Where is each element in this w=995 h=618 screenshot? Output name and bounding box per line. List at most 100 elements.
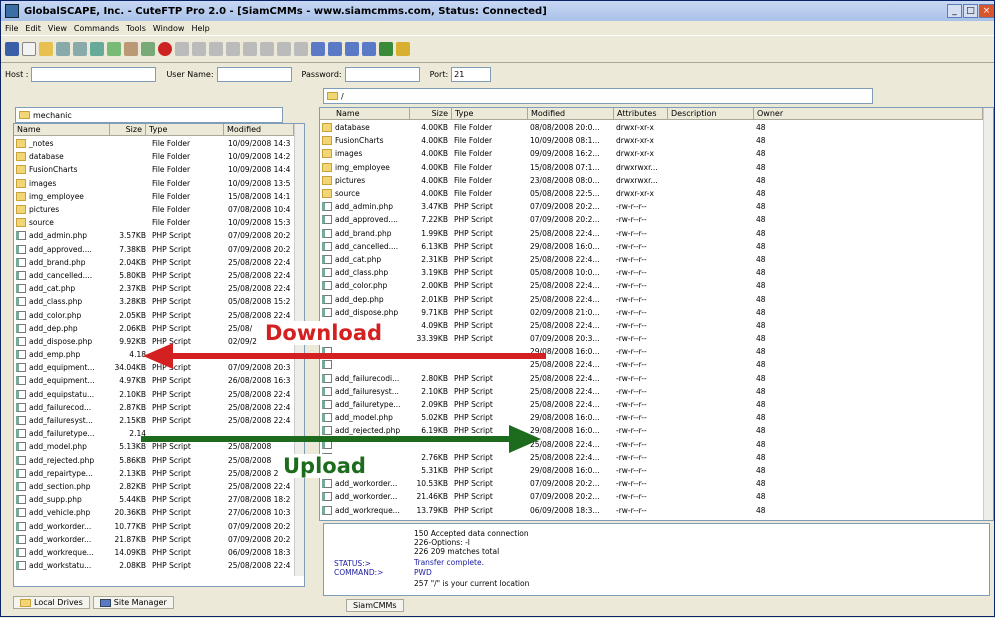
upload-icon[interactable]	[175, 42, 189, 56]
connect-icon[interactable]	[5, 42, 19, 56]
local-file-row[interactable]: add_emp.php 4.18	[14, 348, 294, 361]
remote-file-row[interactable]: add_class.php 3.19KB PHP Script 05/08/2008 …	[320, 266, 983, 279]
remote-file-row[interactable]: images 4.00KB File Folder 09/09/2008 16:2..…	[320, 147, 983, 160]
remote-path-combo[interactable]: /	[323, 88, 873, 104]
local-file-row[interactable]: add_admin.php 3.57KB PHP Script 07/09/2008 …	[14, 229, 294, 242]
local-scrollbar[interactable]	[294, 124, 304, 576]
local-file-row[interactable]: add_workorder... 10.77KB PHP Script 07/09/2…	[14, 519, 294, 532]
local-file-row[interactable]: add_dep.php 2.06KB PHP Script 25/08/	[14, 322, 294, 335]
menu-window[interactable]: Window	[153, 24, 185, 33]
menu-commands[interactable]: Commands	[74, 24, 119, 33]
remote-file-row[interactable]: add_failuresyst... 2.10KB PHP Script 25/08/…	[320, 385, 983, 398]
filter-icon[interactable]	[396, 42, 410, 56]
maximize-button[interactable]: □	[963, 4, 978, 18]
local-file-row[interactable]: database File Folder 10/09/2008 14:2	[14, 150, 294, 163]
local-file-row[interactable]: _notes File Folder 10/09/2008 14:3	[14, 137, 294, 150]
list-view-icon[interactable]	[328, 42, 342, 56]
menu-edit[interactable]: Edit	[25, 24, 41, 33]
remote-file-row[interactable]: add_workorder... 10.53KB PHP Script 07/09/2…	[320, 477, 983, 490]
local-file-row[interactable]: add_approved.... 7.38KB PHP Script 07/09/20…	[14, 243, 294, 256]
remote-file-row[interactable]: add_workorder... 21.46KB PHP Script 07/09/2…	[320, 490, 983, 503]
local-col-name[interactable]: Name	[14, 124, 110, 135]
local-file-row[interactable]: add_supp.php 5.44KB PHP Script 27/08/2008 1…	[14, 493, 294, 506]
remote-file-row[interactable]: add_dispose.php 9.71KB PHP Script 02/09/200…	[320, 306, 983, 319]
local-file-row[interactable]: add_failuretype... 2.14	[14, 427, 294, 440]
local-file-row[interactable]: add_vehicle.php 20.36KB PHP Script 27/06/20…	[14, 506, 294, 519]
local-file-row[interactable]: add_model.php 5.13KB PHP Script 25/08/2008	[14, 440, 294, 453]
remote-file-row[interactable]: add_failurecodi... 2.80KB PHP Script 25/08/…	[320, 372, 983, 385]
local-file-row[interactable]: img_employee File Folder 15/08/2008 14:1	[14, 190, 294, 203]
menu-file[interactable]: File	[5, 24, 18, 33]
remote-file-row[interactable]: source 4.00KB File Folder 05/08/2008 22:5..…	[320, 187, 983, 200]
quick-connect-icon[interactable]	[56, 42, 70, 56]
password-input[interactable]	[344, 66, 420, 82]
remote-file-row[interactable]: 2.76KB PHP Script 25/08/2008 22:4... -rw-r-…	[320, 451, 983, 464]
tab-local-drives[interactable]: Local Drives	[13, 596, 90, 609]
tab-session[interactable]: SiamCMMs	[346, 599, 404, 612]
remote-file-row[interactable]: pictures 4.00KB File Folder 23/08/2008 08:0…	[320, 174, 983, 187]
remote-col-modified[interactable]: Modified	[528, 108, 614, 119]
remote-file-row[interactable]: 5.31KB PHP Script 29/08/2008 16:0... -rw-r-…	[320, 464, 983, 477]
remote-file-row[interactable]: 29/08/2008 16:0... -rw-r--r-- 48	[320, 345, 983, 358]
remote-file-row[interactable]: FusionCharts 4.00KB File Folder 10/09/2008 …	[320, 134, 983, 147]
remote-file-row[interactable]: database 4.00KB File Folder 08/08/2008 20:0…	[320, 121, 983, 134]
menu-tools[interactable]: Tools	[126, 24, 146, 33]
paste-icon[interactable]	[226, 42, 240, 56]
remote-col-description[interactable]: Description	[668, 108, 754, 119]
remote-file-row[interactable]: add_model.php 5.02KB PHP Script 29/08/2008 …	[320, 411, 983, 424]
local-col-modified[interactable]: Modified	[224, 124, 294, 135]
local-file-row[interactable]: add_failurecod... 2.87KB PHP Script 25/08/2…	[14, 401, 294, 414]
menu-view[interactable]: View	[48, 24, 67, 33]
properties-icon[interactable]	[260, 42, 274, 56]
local-file-row[interactable]: add_workorder... 21.87KB PHP Script 07/09/2…	[14, 533, 294, 546]
sync-icon[interactable]	[379, 42, 393, 56]
remote-file-row[interactable]: add_failuretype... 2.09KB PHP Script 25/08/…	[320, 398, 983, 411]
local-file-row[interactable]: pictures File Folder 07/08/2008 10:4	[14, 203, 294, 216]
remote-file-row[interactable]: add_cat.php 2.31KB PHP Script 25/08/2008 22…	[320, 253, 983, 266]
sort-icon[interactable]	[311, 42, 325, 56]
remote-file-row[interactable]: add_rejected.php 6.19KB PHP Script 29/08/20…	[320, 424, 983, 437]
local-file-row[interactable]: add_workreque... 14.09KB PHP Script 06/09/2…	[14, 546, 294, 559]
local-file-row[interactable]: FusionCharts File Folder 10/09/2008 14:4	[14, 163, 294, 176]
remote-col-owner[interactable]: Owner	[754, 108, 983, 119]
local-file-row[interactable]: add_equipment... 4.97KB PHP Script 26/08/20…	[14, 374, 294, 387]
tab-site-manager[interactable]: Site Manager	[92, 596, 174, 609]
remote-file-row[interactable]: 25/08/2008 22:4... -rw-r--r-- 48	[320, 438, 983, 451]
remote-file-row[interactable]: add_cancelled.... 6.13KB PHP Script 29/08/2…	[320, 240, 983, 253]
user-name-input[interactable]	[216, 66, 292, 82]
remote-col-type[interactable]: Type	[452, 108, 528, 119]
remote-file-row[interactable]: add_workreque... 13.79KB PHP Script 06/09/2…	[320, 503, 983, 516]
local-file-row[interactable]: add_failuresyst... 2.15KB PHP Script 25/08/…	[14, 414, 294, 427]
local-file-row[interactable]: add_brand.php 2.04KB PHP Script 25/08/2008 …	[14, 256, 294, 269]
minimize-button[interactable]: _	[947, 4, 962, 18]
thumbnail-icon[interactable]	[362, 42, 376, 56]
new-icon[interactable]	[22, 42, 36, 56]
port-input[interactable]: 21	[451, 66, 492, 82]
open-icon[interactable]	[39, 42, 53, 56]
local-file-row[interactable]: add_workstatu... 2.08KB PHP Script 25/08/20…	[14, 559, 294, 572]
resume-icon[interactable]	[141, 42, 155, 56]
remote-file-row[interactable]: add_color.php 2.00KB PHP Script 25/08/2008 …	[320, 279, 983, 292]
local-file-row[interactable]: add_repairtype... 2.13KB PHP Script 25/08/2…	[14, 467, 294, 480]
remote-col-attributes[interactable]: Attributes	[614, 108, 668, 119]
delete-icon[interactable]	[277, 42, 291, 56]
disconnect-icon[interactable]	[73, 42, 87, 56]
remote-file-row[interactable]: 4.09KB PHP Script 25/08/2008 22:4... -rw-r-…	[320, 319, 983, 332]
local-file-row[interactable]: add_cancelled.... 5.80KB PHP Script 25/08/2…	[14, 269, 294, 282]
remote-file-row[interactable]: add_brand.php 1.99KB PHP Script 25/08/2008 …	[320, 227, 983, 240]
remote-file-row[interactable]: 25/08/2008 22:4... -rw-r--r-- 48	[320, 358, 983, 371]
queue-icon[interactable]	[124, 42, 138, 56]
refresh-icon[interactable]	[90, 42, 104, 56]
download-icon[interactable]	[192, 42, 206, 56]
local-file-row[interactable]: add_color.php 2.05KB PHP Script 25/08/2008 …	[14, 308, 294, 321]
host-input[interactable]	[31, 66, 157, 82]
transfer-icon[interactable]	[107, 42, 121, 56]
remote-col-name[interactable]: Name	[320, 108, 410, 119]
rename-icon[interactable]	[294, 42, 308, 56]
remote-file-row[interactable]: img_employee 4.00KB File Folder 15/08/2008 …	[320, 161, 983, 174]
stop-icon[interactable]	[158, 42, 172, 56]
remote-scrollbar[interactable]	[983, 108, 993, 520]
remote-file-row[interactable]: add_approved.... 7.22KB PHP Script 07/09/20…	[320, 213, 983, 226]
local-file-row[interactable]: add_equipment... 34.04KB PHP Script 07/09/2…	[14, 361, 294, 374]
remote-file-row[interactable]: add_admin.php 3.47KB PHP Script 07/09/2008 …	[320, 200, 983, 213]
